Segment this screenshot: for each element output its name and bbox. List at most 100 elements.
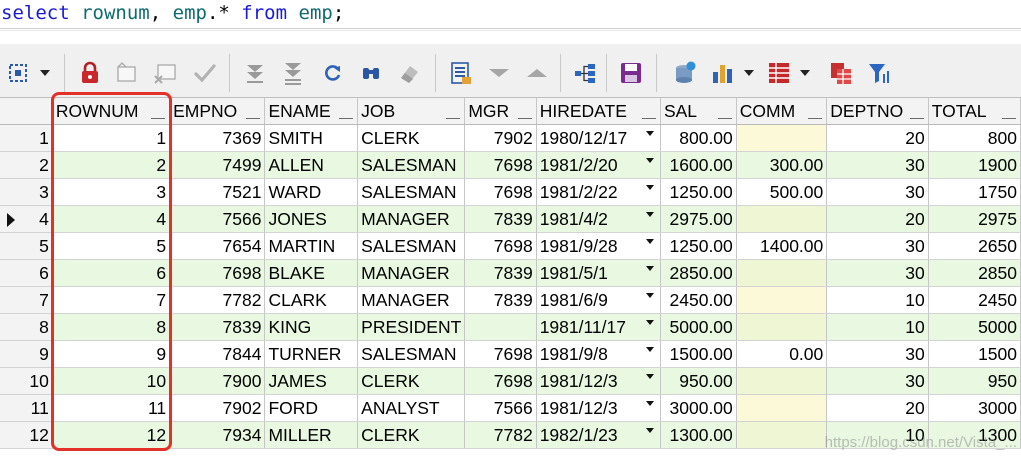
cell-deptno[interactable]: 30 <box>826 367 929 395</box>
cell-job[interactable]: MANAGER <box>357 259 466 287</box>
column-dropdown-icon[interactable] <box>641 118 656 119</box>
cell-rownum[interactable]: 1 <box>52 124 171 152</box>
row-indicator-header[interactable] <box>0 98 53 125</box>
cell-comm[interactable]: 0.00 <box>736 340 828 368</box>
cell-deptno[interactable]: 20 <box>826 205 929 233</box>
date-dropdown-icon[interactable] <box>645 347 654 352</box>
date-dropdown-icon[interactable] <box>645 428 654 433</box>
date-dropdown-icon[interactable] <box>645 320 654 325</box>
column-dropdown-icon[interactable] <box>909 118 924 119</box>
cell-mgr[interactable]: 7839 <box>464 205 537 233</box>
cell-empno[interactable]: 7369 <box>169 124 266 152</box>
query-by-example-icon[interactable] <box>572 60 598 86</box>
cell-rownum[interactable]: 5 <box>52 232 171 260</box>
cell-deptno[interactable]: 30 <box>826 259 929 287</box>
cell-hiredate[interactable]: 1981/12/3 <box>536 394 661 422</box>
select-mode-dropdown-icon[interactable] <box>40 70 50 76</box>
cell-hiredate[interactable]: 1981/5/1 <box>536 259 661 287</box>
cell-sal[interactable]: 5000.00 <box>660 313 737 341</box>
cell-hiredate[interactable]: 1981/12/3 <box>536 367 661 395</box>
cell-deptno[interactable]: 30 <box>826 178 929 206</box>
cell-rownum[interactable]: 2 <box>52 151 171 179</box>
cell-empno[interactable]: 7566 <box>169 205 266 233</box>
table-row[interactable]: 6 6 7698 BLAKE MANAGER 7839 1981/5/1 2850.00 30 2… <box>0 259 1021 287</box>
column-dropdown-icon[interactable] <box>446 118 461 119</box>
chart-icon[interactable] <box>710 60 736 86</box>
row-number-cell[interactable]: 8 <box>0 313 53 341</box>
column-header-hiredate[interactable]: HIREDATE <box>536 98 661 125</box>
cell-ename[interactable]: SMITH <box>264 124 359 152</box>
cell-empno[interactable]: 7654 <box>169 232 266 260</box>
cell-comm[interactable] <box>736 421 828 449</box>
column-dropdown-icon[interactable] <box>808 118 823 119</box>
cell-ename[interactable]: ALLEN <box>264 151 359 179</box>
cell-sal[interactable]: 2975.00 <box>660 205 737 233</box>
cell-comm[interactable] <box>736 367 828 395</box>
row-number-cell[interactable]: 6 <box>0 259 53 287</box>
cell-rownum[interactable]: 9 <box>52 340 171 368</box>
column-header-sal[interactable]: SAL <box>660 98 737 125</box>
cell-mgr[interactable]: 7698 <box>464 151 537 179</box>
cell-hiredate[interactable]: 1982/1/23 <box>536 421 661 449</box>
table-row[interactable]: 7 7 7782 CLARK MANAGER 7839 1981/6/9 2450.00 10 2… <box>0 286 1021 314</box>
column-header-mgr[interactable]: MGR <box>464 98 537 125</box>
cell-rownum[interactable]: 6 <box>52 259 171 287</box>
cell-job[interactable]: CLERK <box>357 421 466 449</box>
cell-mgr[interactable] <box>464 313 537 341</box>
find-icon[interactable] <box>358 60 384 86</box>
cell-comm[interactable]: 500.00 <box>736 178 828 206</box>
cell-empno[interactable]: 7934 <box>169 421 266 449</box>
row-number-cell[interactable]: 1 <box>0 124 53 152</box>
cell-total[interactable]: 5000 <box>928 313 1021 341</box>
date-dropdown-icon[interactable] <box>645 374 654 379</box>
column-dropdown-icon[interactable] <box>717 118 732 119</box>
cell-sal[interactable]: 800.00 <box>660 124 737 152</box>
cell-ename[interactable]: MILLER <box>264 421 359 449</box>
chart-dropdown-icon[interactable] <box>744 70 754 76</box>
cell-ename[interactable]: JAMES <box>264 367 359 395</box>
cell-ename[interactable]: FORD <box>264 394 359 422</box>
row-number-cell[interactable]: 11 <box>0 394 53 422</box>
cell-total[interactable]: 800 <box>928 124 1021 152</box>
table-row[interactable]: 4 4 7566 JONES MANAGER 7839 1981/4/2 2975.00 20 2… <box>0 205 1021 233</box>
cell-hiredate[interactable]: 1980/12/17 <box>536 124 661 152</box>
row-number-cell[interactable]: 12 <box>0 421 53 449</box>
cell-job[interactable]: ANALYST <box>357 394 466 422</box>
export-results-icon[interactable] <box>672 60 698 86</box>
cell-total[interactable]: 1500 <box>928 340 1021 368</box>
cell-total[interactable]: 2450 <box>928 286 1021 314</box>
row-number-cell[interactable]: 7 <box>0 286 53 314</box>
sql-editor[interactable]: select rownum, emp.* from emp; <box>0 0 1021 26</box>
column-header-deptno[interactable]: DEPTNO <box>826 98 929 125</box>
cell-job[interactable]: MANAGER <box>357 286 466 314</box>
refresh-icon[interactable] <box>320 60 346 86</box>
cell-sal[interactable]: 2850.00 <box>660 259 737 287</box>
cell-job[interactable]: SALESMAN <box>357 340 466 368</box>
cell-job[interactable]: PRESIDENT <box>357 313 466 341</box>
row-number-cell[interactable]: 2 <box>0 151 53 179</box>
cell-job[interactable]: CLERK <box>357 124 466 152</box>
cell-job[interactable]: SALESMAN <box>357 232 466 260</box>
cell-empno[interactable]: 7844 <box>169 340 266 368</box>
cell-total[interactable]: 1750 <box>928 178 1021 206</box>
cell-empno[interactable]: 7521 <box>169 178 266 206</box>
cell-empno[interactable]: 7839 <box>169 313 266 341</box>
cell-rownum[interactable]: 3 <box>52 178 171 206</box>
column-dropdown-icon[interactable] <box>151 118 166 119</box>
cell-hiredate[interactable]: 1981/2/20 <box>536 151 661 179</box>
cell-comm[interactable] <box>736 313 828 341</box>
column-dropdown-icon[interactable] <box>339 118 354 119</box>
print-grid-icon[interactable] <box>766 60 792 86</box>
cell-hiredate[interactable]: 1981/6/9 <box>536 286 661 314</box>
cell-hiredate[interactable]: 1981/2/22 <box>536 178 661 206</box>
cell-comm[interactable] <box>736 286 828 314</box>
fetch-next-page-icon[interactable] <box>242 60 268 86</box>
cell-rownum[interactable]: 12 <box>52 421 171 449</box>
cell-ename[interactable]: BLAKE <box>264 259 359 287</box>
cell-hiredate[interactable]: 1981/4/2 <box>536 205 661 233</box>
cell-mgr[interactable]: 7839 <box>464 259 537 287</box>
column-header-ename[interactable]: ENAME <box>264 98 359 125</box>
cell-comm[interactable] <box>736 394 828 422</box>
lock-icon[interactable] <box>77 60 103 86</box>
cell-empno[interactable]: 7902 <box>169 394 266 422</box>
